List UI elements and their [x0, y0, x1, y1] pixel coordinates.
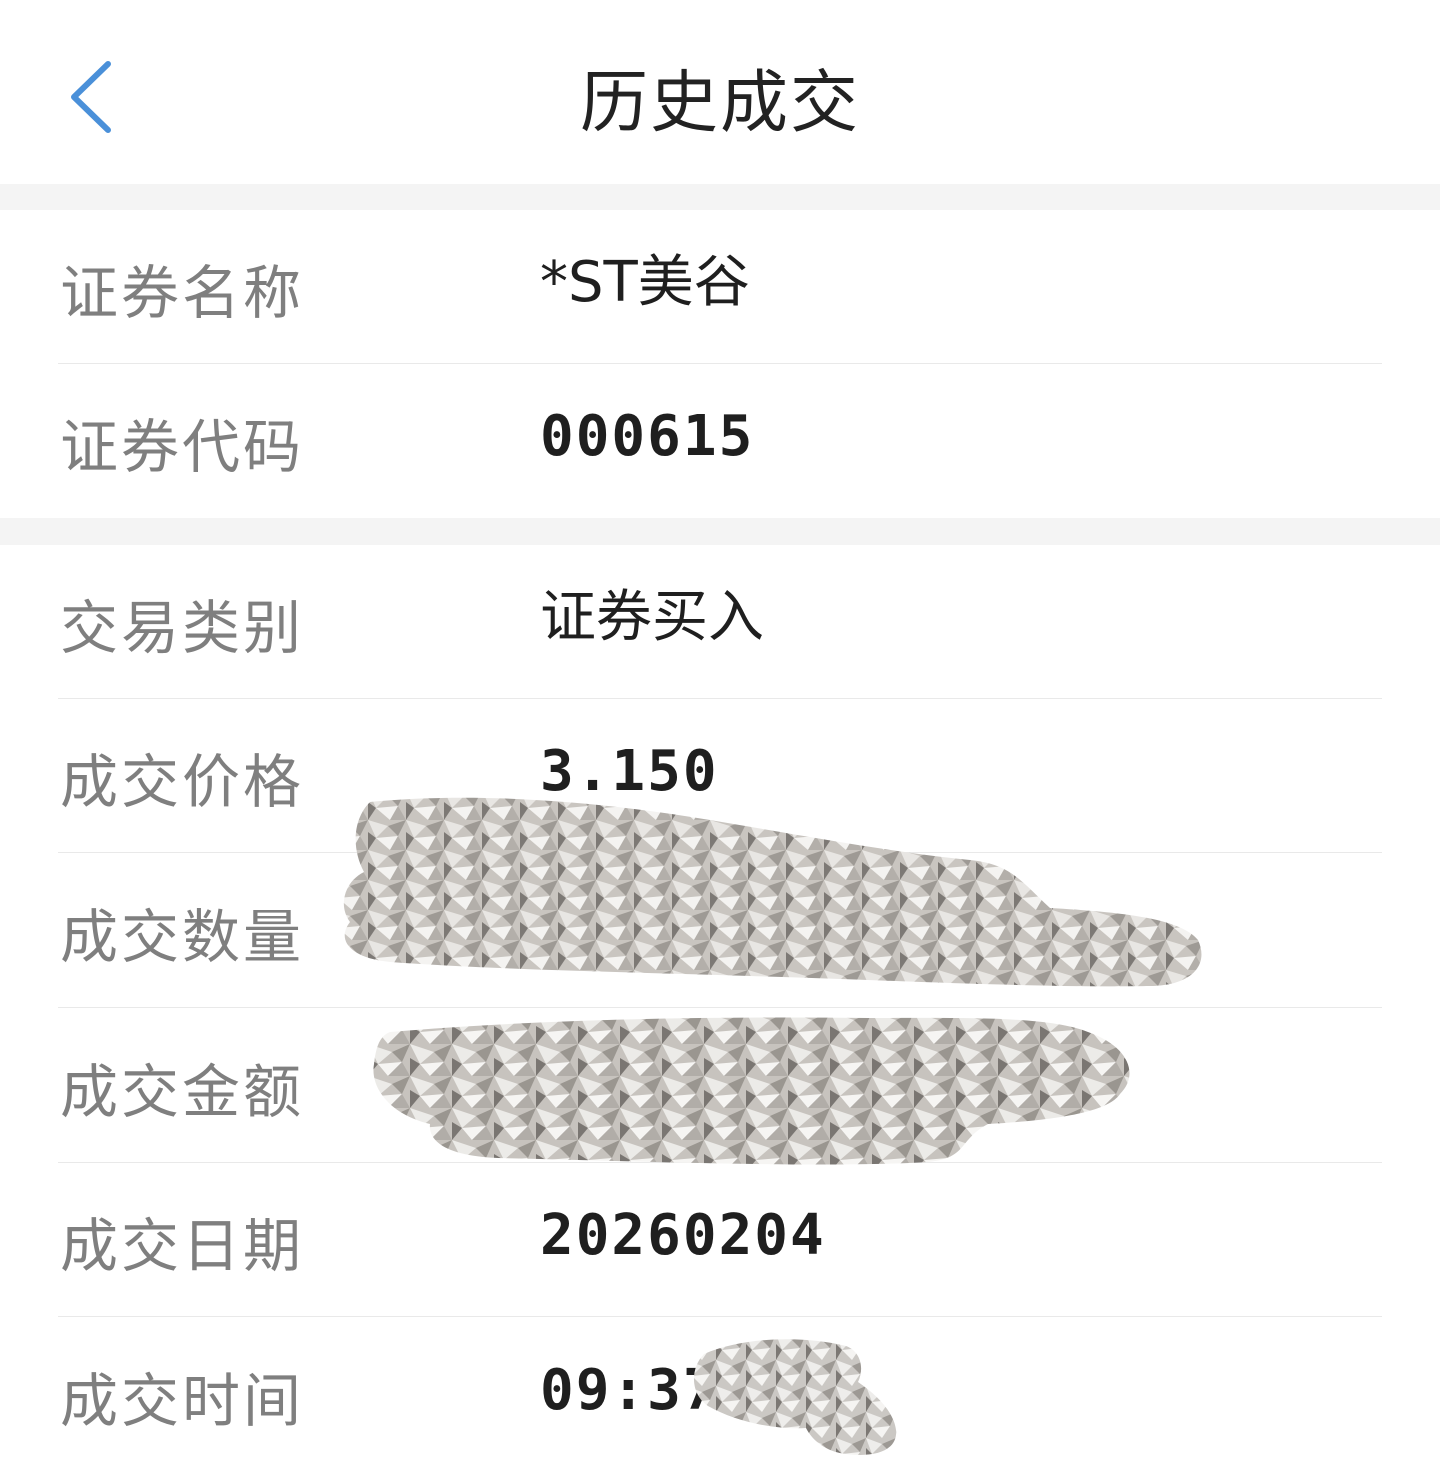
section-separator: [0, 518, 1440, 545]
nav-header: 历史成交: [0, 0, 1440, 184]
history-trade-detail-page: 历史成交 证券名称 *ST美谷 证券代码 000615 交易类别 证券买入 成交…: [0, 0, 1440, 1460]
row-divider: [58, 1007, 1382, 1008]
trade-type-row: 交易类别 证券买入: [0, 545, 1440, 699]
security-code-row: 证券代码 000615: [0, 364, 1440, 518]
trade-amount-row: 成交金额: [0, 1009, 1440, 1163]
trade-type-label: 交易类别: [60, 594, 305, 662]
security-code-value: 000615: [540, 404, 755, 469]
trade-date-row: 成交日期 20260204: [0, 1163, 1440, 1317]
security-name-row: 证券名称 *ST美谷: [0, 210, 1440, 364]
trade-time-value: 09:37: [540, 1358, 719, 1423]
trade-time-row: 成交时间 09:37: [0, 1318, 1440, 1460]
security-code-label: 证券代码: [60, 413, 305, 481]
trade-price-row: 成交价格 3.150: [0, 699, 1440, 853]
row-divider: [58, 852, 1382, 853]
section-separator: [0, 184, 1440, 210]
trade-quantity-row: 成交数量: [0, 854, 1440, 1008]
trade-amount-label: 成交金额: [60, 1058, 305, 1126]
trade-date-label: 成交日期: [60, 1212, 305, 1280]
security-name-value: *ST美谷: [540, 250, 750, 315]
page-title: 历史成交: [579, 64, 860, 143]
security-name-label: 证券名称: [60, 259, 305, 327]
trade-price-value: 3.150: [540, 739, 719, 804]
row-divider: [58, 1316, 1382, 1317]
trade-quantity-label: 成交数量: [60, 903, 305, 971]
trade-price-label: 成交价格: [60, 748, 305, 816]
trade-date-value: 20260204: [540, 1203, 826, 1268]
trade-type-value: 证券买入: [540, 585, 764, 650]
trade-time-label: 成交时间: [60, 1367, 305, 1435]
